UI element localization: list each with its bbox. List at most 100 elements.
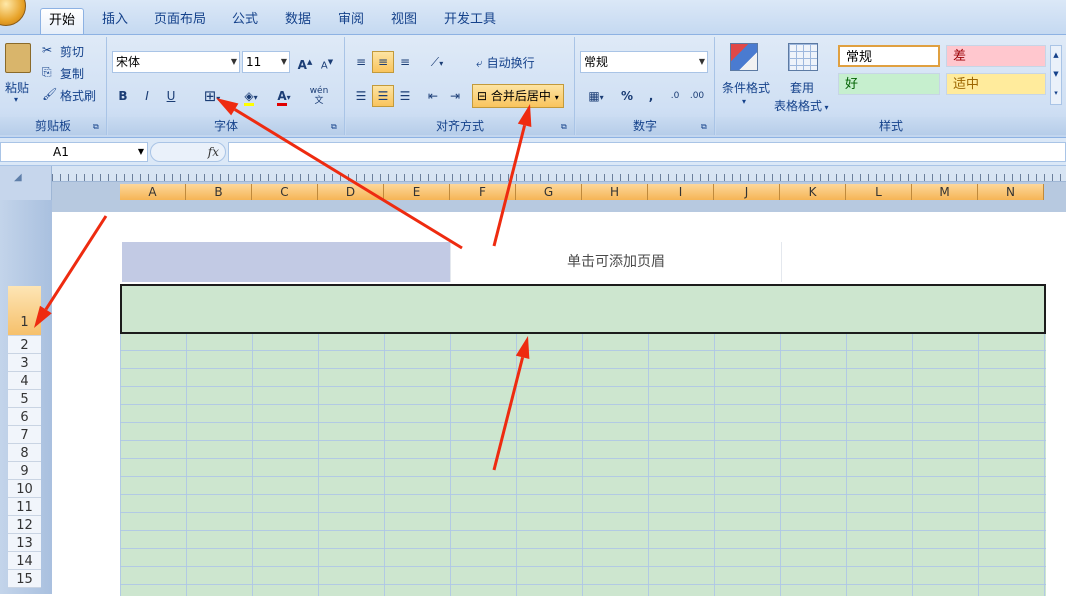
align-top-icon[interactable]: ≡ bbox=[350, 51, 372, 73]
row-header[interactable]: 5 bbox=[8, 390, 41, 408]
row-header[interactable]: 7 bbox=[8, 426, 41, 444]
style-bad[interactable]: 差 bbox=[946, 45, 1046, 67]
column-header[interactable]: L bbox=[846, 184, 912, 200]
dialog-launcher-icon[interactable]: ⧉ bbox=[561, 122, 571, 132]
increase-font-icon[interactable]: A▲ bbox=[294, 51, 316, 73]
percent-button[interactable]: % bbox=[616, 85, 638, 107]
phonetic-icon[interactable]: wén 文 bbox=[302, 85, 336, 107]
tab-home[interactable]: 开始 bbox=[40, 8, 85, 35]
style-normal[interactable]: 常规 bbox=[838, 45, 940, 67]
ribbon-tab-bar: 开始 插入 页面布局 公式 数据 审阅 视图 开发工具 bbox=[0, 0, 1066, 35]
row-header[interactable]: 4 bbox=[8, 372, 41, 390]
style-neutral[interactable]: 适中 bbox=[946, 73, 1046, 95]
wrap-text-button[interactable]: ⤶ 自动换行 bbox=[476, 54, 535, 71]
comma-button[interactable]: , bbox=[640, 85, 662, 107]
border-icon[interactable]: ⊞▾ bbox=[196, 85, 228, 107]
row-header[interactable]: 9 bbox=[8, 462, 41, 480]
orientation-icon[interactable]: ⟋▾ bbox=[422, 51, 452, 73]
decrease-decimal-icon[interactable]: .00 bbox=[686, 85, 708, 107]
formula-input[interactable] bbox=[228, 142, 1066, 162]
styles-group-label: 样式 bbox=[716, 117, 1066, 135]
align-left-icon[interactable]: ☰ bbox=[350, 85, 372, 107]
style-good-label: 好 bbox=[845, 77, 859, 92]
column-header[interactable]: F bbox=[450, 184, 516, 200]
conditional-format-button[interactable]: 条件格式 bbox=[722, 79, 770, 96]
row-header[interactable]: 8 bbox=[8, 444, 41, 462]
font-color-icon[interactable]: A▾ bbox=[270, 85, 298, 107]
tab-review[interactable]: 审阅 bbox=[330, 8, 372, 34]
row-header[interactable]: 14 bbox=[8, 552, 41, 570]
column-header[interactable]: G bbox=[516, 184, 582, 200]
paste-icon bbox=[5, 43, 31, 73]
column-header[interactable]: B bbox=[186, 184, 252, 200]
dialog-launcher-icon[interactable]: ⧉ bbox=[93, 122, 103, 132]
column-header[interactable]: M bbox=[912, 184, 978, 200]
chevron-down-icon: ▼ bbox=[280, 57, 287, 66]
align-center-icon[interactable]: ☰ bbox=[372, 85, 394, 107]
increase-decimal-icon[interactable]: .0 bbox=[664, 85, 686, 107]
number-format-select[interactable]: 常规 ▼ bbox=[580, 51, 708, 73]
tab-view[interactable]: 视图 bbox=[383, 8, 425, 34]
row-header[interactable]: 2 bbox=[8, 336, 41, 354]
row-header[interactable]: 6 bbox=[8, 408, 41, 426]
header-left-section[interactable] bbox=[122, 242, 450, 282]
row-header[interactable]: 13 bbox=[8, 534, 41, 552]
row-header[interactable]: 10 bbox=[8, 480, 41, 498]
italic-button[interactable]: I bbox=[136, 85, 158, 107]
office-button[interactable] bbox=[0, 0, 26, 26]
styles-scrollbar[interactable]: ▲ ▼ ▾ bbox=[1050, 45, 1062, 105]
chevron-down-icon[interactable]: ▾ bbox=[14, 95, 18, 104]
column-header[interactable]: I bbox=[648, 184, 714, 200]
row-header[interactable]: 11 bbox=[8, 498, 41, 516]
ruler-ticks bbox=[52, 174, 1066, 181]
merge-center-button[interactable]: ⊟ 合并后居中 ▾ bbox=[472, 84, 564, 108]
decrease-font-icon[interactable]: A▼ bbox=[316, 51, 338, 73]
column-header[interactable]: D bbox=[318, 184, 384, 200]
column-header[interactable]: E bbox=[384, 184, 450, 200]
column-header[interactable]: C bbox=[252, 184, 318, 200]
accounting-format-icon[interactable]: ▦▾ bbox=[580, 85, 612, 107]
column-header[interactable]: J bbox=[714, 184, 780, 200]
header-center-section[interactable]: 单击可添加页眉 bbox=[450, 242, 782, 282]
tab-insert[interactable]: 插入 bbox=[94, 8, 136, 34]
align-middle-icon[interactable]: ≡ bbox=[372, 51, 394, 73]
tab-page-layout[interactable]: 页面布局 bbox=[146, 8, 214, 34]
align-right-icon[interactable]: ☰ bbox=[394, 85, 416, 107]
increase-indent-icon[interactable]: ⇥ bbox=[444, 85, 466, 107]
column-header[interactable]: N bbox=[978, 184, 1044, 200]
select-all-corner[interactable]: ◢ bbox=[0, 166, 52, 200]
column-header[interactable]: H bbox=[582, 184, 648, 200]
row-header[interactable]: 15 bbox=[8, 570, 41, 588]
merged-cell-a1[interactable] bbox=[120, 284, 1046, 334]
function-wizard[interactable]: fx bbox=[150, 142, 226, 162]
dialog-launcher-icon[interactable]: ⧉ bbox=[701, 122, 711, 132]
table-format-button[interactable]: 表格格式 ▾ bbox=[774, 97, 829, 114]
chevron-down-icon[interactable]: ▾ bbox=[742, 97, 746, 106]
row-header[interactable]: 3 bbox=[8, 354, 41, 372]
format-painter-button[interactable]: 格式刷 bbox=[60, 87, 96, 104]
decrease-indent-icon[interactable]: ⇤ bbox=[422, 85, 444, 107]
tab-data[interactable]: 数据 bbox=[277, 8, 319, 34]
table-format-line1[interactable]: 套用 bbox=[790, 79, 814, 96]
merge-icon: ⊟ bbox=[477, 89, 488, 103]
underline-button[interactable]: U bbox=[160, 85, 182, 107]
cut-button[interactable]: 剪切 bbox=[60, 43, 84, 60]
bold-button[interactable]: B bbox=[112, 85, 134, 107]
horizontal-ruler[interactable] bbox=[52, 166, 1066, 182]
dialog-launcher-icon[interactable]: ⧉ bbox=[331, 122, 341, 132]
name-box[interactable]: A1 ▼ bbox=[0, 142, 148, 162]
column-header[interactable]: K bbox=[780, 184, 846, 200]
tab-formulas[interactable]: 公式 bbox=[224, 8, 266, 34]
align-bottom-icon[interactable]: ≡ bbox=[394, 51, 416, 73]
row-header[interactable]: 1 bbox=[8, 286, 41, 336]
paste-button[interactable]: 粘贴 bbox=[5, 79, 29, 96]
column-header[interactable]: A bbox=[120, 184, 186, 200]
font-size-select[interactable]: 11 ▼ bbox=[242, 51, 290, 73]
style-good[interactable]: 好 bbox=[838, 73, 940, 95]
tab-developer[interactable]: 开发工具 bbox=[436, 8, 504, 34]
copy-button[interactable]: 复制 bbox=[60, 65, 84, 82]
fill-color-icon[interactable]: ◈▾ bbox=[236, 85, 266, 107]
font-name-select[interactable]: 宋体 ▼ bbox=[112, 51, 240, 73]
number-format-value: 常规 bbox=[584, 55, 609, 69]
row-header[interactable]: 12 bbox=[8, 516, 41, 534]
